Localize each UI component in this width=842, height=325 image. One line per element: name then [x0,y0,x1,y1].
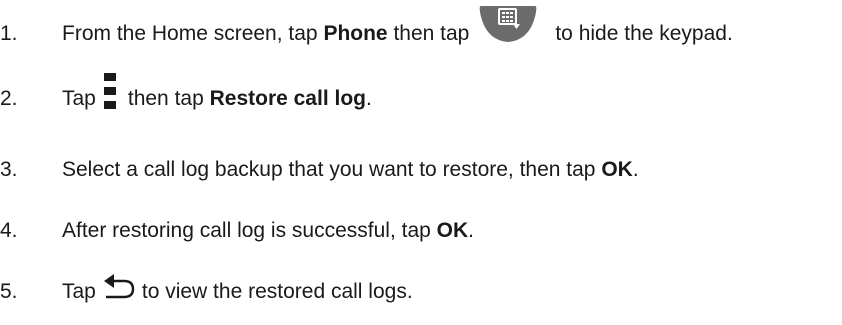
step-number: 4. [0,219,18,242]
step-text: Tap to view the restored call logs. [62,274,413,307]
phone-label: Phone [323,22,388,45]
ok-label: OK [436,219,469,242]
step-text-before: Tap [62,87,96,110]
step-text-after: . [468,219,475,242]
ok-label: OK [601,158,633,181]
step-text: After restoring call log is successful, … [62,219,474,243]
step-text-after: . [632,158,639,181]
step-text-before: From the Home screen, tap [62,22,324,45]
back-icon [102,273,136,303]
step-number: 3. [0,158,18,181]
step-text-after: . [365,87,372,110]
step-text-before: Tap [62,280,96,303]
step-number: 5. [0,280,18,303]
step-3: 3. Select a call log backup that you wan… [0,150,639,190]
step-2: 2. Tap then tap Restore call log . [0,73,372,120]
step-text-middle: then tap [127,87,210,110]
step-1: 1. From the Home screen, tap Phone then … [0,6,733,54]
step-text-after: to hide the keypad. [555,22,733,45]
hide-keypad-icon [479,6,537,46]
step-text: Select a call log backup that you want t… [62,158,639,182]
step-number: 1. [0,22,18,45]
step-5: 5. Tap to view the restored call logs. [0,272,413,312]
more-options-icon [102,70,120,112]
step-text: From the Home screen, tap Phone then tap… [62,6,733,54]
step-text: Tap then tap Restore call log . [62,73,372,120]
step-text-before: After restoring call log is successful, … [62,219,437,242]
step-text-middle: then tap [387,22,470,45]
step-number: 2. [0,87,18,110]
step-text-after: to view the restored call logs. [141,280,413,303]
restore-call-log-label: Restore call log [209,87,366,110]
step-4: 4. After restoring call log is successfu… [0,211,474,251]
step-text-before: Select a call log backup that you want t… [62,158,602,181]
